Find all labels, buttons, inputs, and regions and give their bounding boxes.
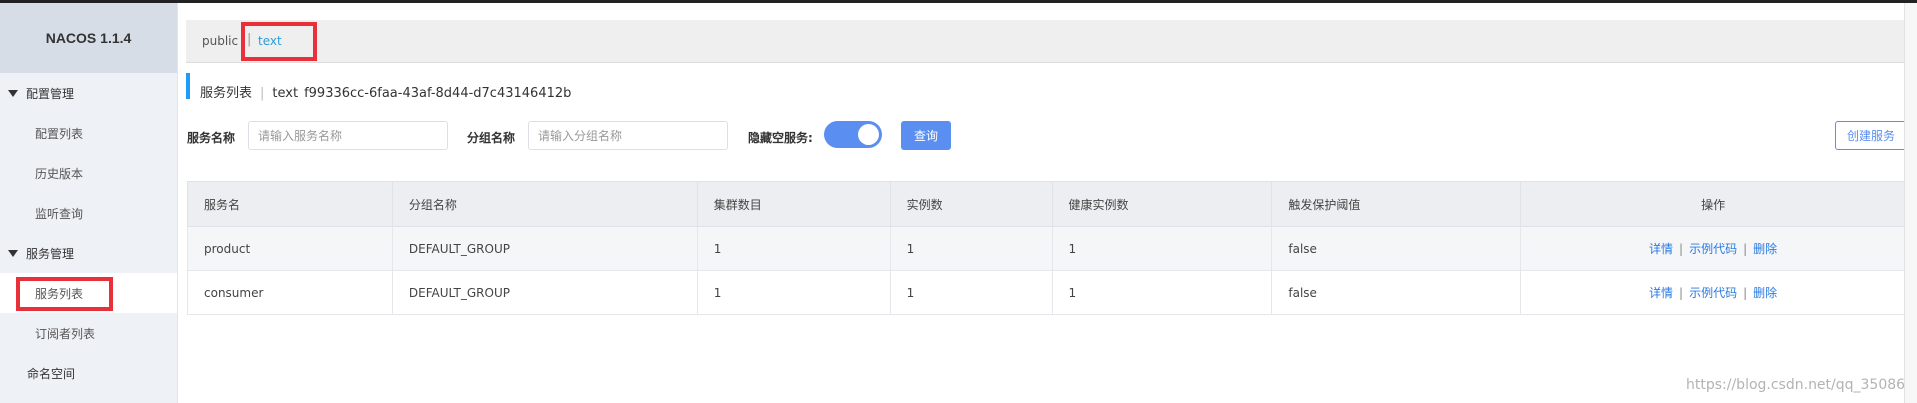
highlight-box [16, 277, 113, 311]
cell-healthy-count: 1 [1051, 270, 1273, 315]
cell-actions: 详情 | 示例代码 | 删除 [1520, 226, 1907, 271]
cell-protect-threshold: false [1271, 226, 1522, 271]
column-header: 触发保护阈值 [1271, 181, 1522, 227]
hide-empty-label: 隐藏空服务: [748, 131, 813, 145]
cell-group-name: DEFAULT_GROUP [391, 270, 698, 315]
delete-link[interactable]: 删除 [1753, 242, 1777, 256]
page-title: 服务列表 | text f99336cc-6faa-43af-8d44-d7c4314… [200, 82, 571, 101]
page-title-label: 服务列表 [200, 86, 253, 101]
top-bar [0, 0, 1917, 3]
scrollbar-edge[interactable] [1904, 3, 1917, 403]
details-link[interactable]: 详情 [1649, 286, 1673, 300]
service-name-input[interactable]: 请输入服务名称 [248, 121, 448, 150]
sidebar-item-subscribers[interactable]: 订阅者列表 [0, 313, 177, 353]
sidebar-item-config-list[interactable]: 配置列表 [0, 113, 177, 153]
sidebar-item-history[interactable]: 历史版本 [0, 153, 177, 193]
namespace-id: f99336cc-6faa-43af-8d44-d7c43146412b [304, 86, 572, 101]
cell-protect-threshold: false [1271, 270, 1522, 315]
sidebar-item-listener-query[interactable]: 监听查询 [0, 193, 177, 233]
tab-public[interactable]: public [202, 34, 238, 48]
table-header-row: 服务名 分组名称 集群数目 实例数 健康实例数 触发保护阈值 操作 [187, 181, 1907, 227]
cell-cluster-count: 1 [696, 226, 891, 271]
column-header: 服务名 [187, 181, 393, 227]
create-service-button[interactable]: 创建服务 [1835, 121, 1907, 150]
cell-healthy-count: 1 [1051, 226, 1273, 271]
column-header: 实例数 [889, 181, 1053, 227]
hide-empty-toggle[interactable] [824, 121, 882, 148]
cell-instance-count: 1 [889, 226, 1053, 271]
highlight-box [241, 22, 317, 61]
service-name-label: 服务名称 [187, 131, 236, 145]
namespace-tab-bar: public | text [186, 20, 1906, 63]
delete-link[interactable]: 删除 [1753, 286, 1777, 300]
cell-instance-count: 1 [889, 270, 1053, 315]
cell-cluster-count: 1 [696, 270, 891, 315]
app-logo: NACOS 1.1.4 [0, 3, 177, 73]
sample-code-link[interactable]: 示例代码 [1689, 242, 1737, 256]
action-separator: | [1743, 242, 1748, 256]
toggle-knob [858, 124, 879, 145]
action-separator: | [1743, 286, 1748, 300]
table-row: product DEFAULT_GROUP 1 1 1 false 详情 | 示例代… [187, 226, 1907, 271]
service-table: 服务名 分组名称 集群数目 实例数 健康实例数 触发保护阈值 操作 produc… [187, 181, 1907, 315]
sidebar-group-config[interactable]: 配置管理 [0, 73, 177, 113]
cell-group-name: DEFAULT_GROUP [391, 226, 698, 271]
watermark: https://blog.csdn.net/qq_3508609 [1686, 377, 1917, 393]
action-separator: | [1679, 242, 1684, 256]
sidebar-item-service-list[interactable]: 服务列表 [0, 273, 177, 313]
details-link[interactable]: 详情 [1649, 242, 1673, 256]
sidebar-group-service[interactable]: 服务管理 [0, 233, 177, 273]
caret-down-icon [8, 249, 18, 257]
column-header: 健康实例数 [1051, 181, 1273, 227]
action-separator: | [1679, 286, 1684, 300]
sidebar: NACOS 1.1.4 配置管理 配置列表 历史版本 监听查询 服务管理 服务列… [0, 3, 178, 403]
sidebar-item-namespace[interactable]: 命名空间 [0, 353, 177, 393]
group-name-label: 分组名称 [467, 131, 516, 145]
column-header: 操作 [1520, 181, 1907, 227]
column-header: 集群数目 [696, 181, 891, 227]
namespace-name: text [272, 86, 299, 101]
caret-down-icon [8, 89, 18, 97]
cell-service-name: consumer [187, 270, 393, 315]
sample-code-link[interactable]: 示例代码 [1689, 286, 1737, 300]
title-accent-bar [186, 73, 190, 99]
cell-actions: 详情 | 示例代码 | 删除 [1520, 270, 1907, 315]
sidebar-group-label: 配置管理 [26, 86, 75, 101]
table-row: consumer DEFAULT_GROUP 1 1 1 false 详情 | 示例… [187, 270, 1907, 315]
column-header: 分组名称 [391, 181, 698, 227]
title-separator: | [260, 86, 265, 101]
sidebar-group-label: 服务管理 [26, 246, 75, 261]
cell-service-name: product [187, 226, 393, 271]
query-button[interactable]: 查询 [901, 121, 951, 150]
group-name-input[interactable]: 请输入分组名称 [528, 121, 728, 150]
